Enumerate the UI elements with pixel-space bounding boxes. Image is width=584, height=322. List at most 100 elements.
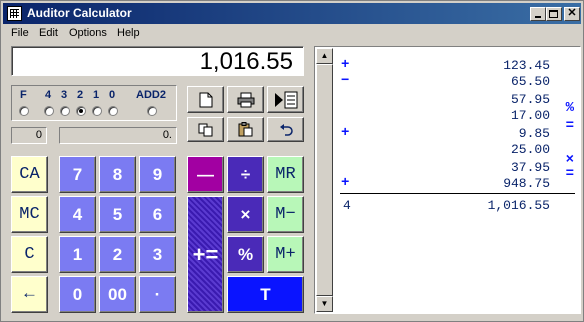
minus-button[interactable]: — xyxy=(187,156,224,193)
tape-result-operator: = xyxy=(565,166,574,182)
digit-1-button[interactable]: 1 xyxy=(59,236,96,273)
tape-value: 123.45 xyxy=(503,58,550,73)
divide-button[interactable]: ÷ xyxy=(227,156,264,193)
digit-8-button[interactable]: 8 xyxy=(99,156,136,193)
tape-value: 25.00 xyxy=(510,142,550,157)
main-display: 1,016.55 xyxy=(11,46,304,76)
tape-line: 57.95 % xyxy=(335,92,580,116)
new-page-icon xyxy=(199,92,212,108)
undo-icon xyxy=(279,124,293,136)
tape-total-value: 1,016.55 xyxy=(487,198,550,213)
tape-line: 17.00 = xyxy=(335,108,580,134)
tape-value: 37.95 xyxy=(510,160,550,175)
multiply-button[interactable]: × xyxy=(227,196,264,233)
tape-total-rule xyxy=(340,193,575,194)
copy-icon xyxy=(198,123,212,137)
scroll-up-icon: ▲ xyxy=(320,51,329,60)
menu-edit[interactable]: Edit xyxy=(39,27,58,39)
undo-button[interactable] xyxy=(267,117,304,142)
memory-minus-button[interactable]: M− xyxy=(267,196,304,233)
tape-value: 57.95 xyxy=(510,92,550,107)
tape-line: + 948.75 = xyxy=(335,166,580,192)
scroll-thumb[interactable] xyxy=(316,64,333,296)
tape-line: 37.95 × xyxy=(335,152,580,176)
copy-button[interactable] xyxy=(187,117,224,142)
tape-item-count: 4 xyxy=(343,198,351,213)
digit-3-button[interactable]: 3 xyxy=(139,236,176,273)
tape-play-icon xyxy=(274,91,297,109)
scroll-up-button[interactable]: ▲ xyxy=(316,48,333,64)
calculator-window: Auditor Calculator ✕ File Edit Options H… xyxy=(0,0,584,322)
decimal-label-2: 2 xyxy=(77,89,84,101)
minimize-button[interactable] xyxy=(530,7,546,21)
menu-help[interactable]: Help xyxy=(117,27,140,39)
digit-4-button[interactable]: 4 xyxy=(59,196,96,233)
memory-clear-button[interactable]: MC xyxy=(11,196,48,233)
percent-button[interactable]: % xyxy=(227,236,264,273)
tape-value: 948.75 xyxy=(503,176,550,191)
backspace-button[interactable]: ← xyxy=(11,276,48,313)
decimal-radio-2[interactable] xyxy=(76,106,86,116)
print-button[interactable] xyxy=(227,86,264,113)
decimal-radio-3[interactable] xyxy=(60,106,70,116)
tape-line: + 9.85 = xyxy=(335,125,580,142)
decimal-radio-1[interactable] xyxy=(92,106,102,116)
double-zero-button[interactable]: 00 xyxy=(99,276,136,313)
memory-recall-button[interactable]: MR xyxy=(267,156,304,193)
digit-6-button[interactable]: 6 xyxy=(139,196,176,233)
memory-plus-button[interactable]: M+ xyxy=(267,236,304,273)
decimal-label-0: 0 xyxy=(109,89,116,101)
item-counter: 0 xyxy=(11,127,47,144)
tape-operator: + xyxy=(341,125,350,141)
digit-5-button[interactable]: 5 xyxy=(99,196,136,233)
paste-icon xyxy=(238,122,252,137)
plus-equals-button[interactable]: += xyxy=(187,196,224,313)
maximize-icon xyxy=(549,10,558,18)
digit-9-button[interactable]: 9 xyxy=(139,156,176,193)
tape-scrollbar[interactable]: ▲ ▼ xyxy=(316,48,333,312)
title-bar[interactable]: Auditor Calculator ✕ xyxy=(3,3,581,24)
window-title: Auditor Calculator xyxy=(27,6,132,20)
scroll-down-icon: ▼ xyxy=(320,299,329,308)
scroll-down-button[interactable]: ▼ xyxy=(316,296,333,312)
maximize-button[interactable] xyxy=(546,7,562,21)
decimal-label-add2: ADD2 xyxy=(136,89,166,101)
menu-bar: File Edit Options Help xyxy=(3,25,581,43)
tape-operator: + xyxy=(341,57,350,73)
decimal-label-4: 4 xyxy=(45,89,52,101)
decimal-label-f: F xyxy=(20,89,27,101)
tape-operator: − xyxy=(341,73,350,89)
clear-button[interactable]: C xyxy=(11,236,48,273)
total-button[interactable]: T xyxy=(227,276,304,313)
close-button[interactable]: ✕ xyxy=(564,7,580,21)
paste-button[interactable] xyxy=(227,117,264,142)
minimize-icon xyxy=(535,16,541,18)
printer-icon xyxy=(237,92,254,108)
new-tape-button[interactable] xyxy=(187,86,224,113)
item-counter-value: 0 xyxy=(35,129,42,141)
tape-value: 65.50 xyxy=(510,74,550,89)
memory-display-value: 0. xyxy=(162,129,172,141)
digit-2-button[interactable]: 2 xyxy=(99,236,136,273)
decimal-radio-add2[interactable] xyxy=(147,106,157,116)
tape-view-button[interactable] xyxy=(267,86,304,113)
decimal-point-button[interactable]: · xyxy=(139,276,176,313)
decimal-radio-4[interactable] xyxy=(44,106,54,116)
tape-panel: ▲ ▼ + 123.45 − 65.50 57.95 % 17.00 = + 9… xyxy=(314,46,581,314)
decimal-radio-0[interactable] xyxy=(108,106,118,116)
digit-0-button[interactable]: 0 xyxy=(59,276,96,313)
menu-options[interactable]: Options xyxy=(69,27,107,39)
decimal-radio-f[interactable] xyxy=(19,106,29,116)
tape-value: 17.00 xyxy=(510,108,550,123)
close-icon: ✕ xyxy=(567,7,577,19)
tape-total-line: 4 1,016.55 xyxy=(335,198,580,214)
memory-display: 0. xyxy=(59,127,177,144)
digit-7-button[interactable]: 7 xyxy=(59,156,96,193)
decimal-selector: F 4 3 2 1 0 ADD2 xyxy=(11,85,177,121)
clear-all-button[interactable]: CA xyxy=(11,156,48,193)
tape-line: 25.00 xyxy=(335,142,580,158)
tape-line: − 65.50 xyxy=(335,73,580,90)
calculator-app-icon[interactable] xyxy=(7,6,22,21)
menu-file[interactable]: File xyxy=(11,27,29,39)
tape-value: 9.85 xyxy=(518,126,550,141)
